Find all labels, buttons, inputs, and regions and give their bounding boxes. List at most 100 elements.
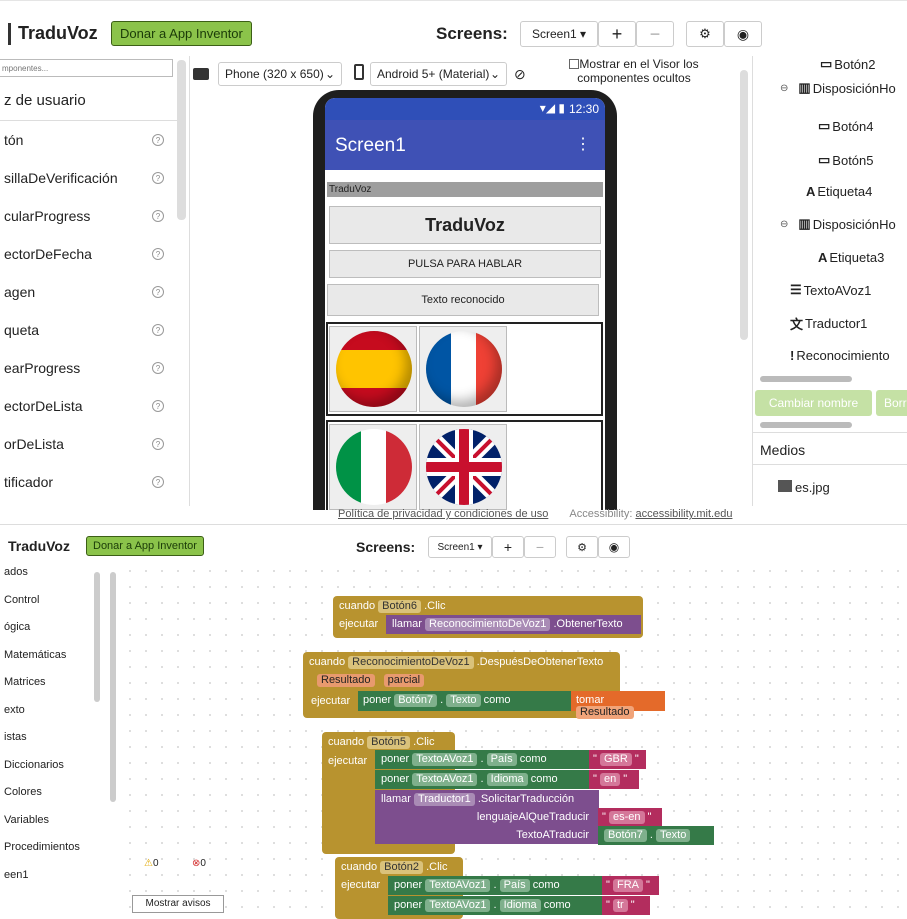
viewer-scrollbar[interactable] bbox=[740, 70, 748, 340]
help-icon[interactable]: ? bbox=[152, 134, 164, 146]
collapse-toggle-icon[interactable]: ⊖ bbox=[780, 219, 788, 230]
block-category[interactable]: Procedimientos bbox=[4, 841, 80, 853]
param-pill[interactable]: parcial bbox=[383, 674, 425, 687]
palette-category-title[interactable]: z de usuario bbox=[4, 92, 86, 109]
recognized-text-label[interactable]: Texto reconocido bbox=[327, 284, 599, 316]
set-tts-country-block-2[interactable]: poner TextoAVoz1 . País como bbox=[388, 876, 602, 895]
block-category[interactable]: een1 bbox=[4, 869, 28, 881]
help-icon[interactable]: ? bbox=[152, 248, 164, 260]
tree-item[interactable]: ⊖ ▥ DisposiciónHo bbox=[780, 216, 896, 232]
text-block-en[interactable]: " en " bbox=[589, 770, 639, 789]
set-tts-language-block-2[interactable]: poner TextoAVoz1 . Idioma como bbox=[388, 896, 602, 915]
speak-button[interactable]: PULSA PARA HABLAR bbox=[329, 250, 601, 278]
text-value[interactable]: tr bbox=[612, 899, 628, 912]
app-label-bar[interactable]: TraduVoz bbox=[327, 182, 603, 197]
show-hidden-components-checkbox[interactable]: Mostrar en el Visor los componentes ocul… bbox=[536, 57, 732, 85]
show-warnings-button[interactable]: Mostrar avisos bbox=[132, 895, 224, 913]
palette-item[interactable]: sillaDeVerificación? bbox=[0, 159, 178, 197]
warning-indicator[interactable]: ⚠0 bbox=[144, 858, 159, 869]
component-pill[interactable]: ReconocimientoDeVoz1 bbox=[425, 618, 551, 631]
help-icon[interactable]: ? bbox=[152, 210, 164, 222]
blocks-donate-button[interactable]: Donar a App Inventor bbox=[86, 536, 204, 556]
component-pill[interactable]: Botón7 bbox=[394, 694, 438, 707]
italy-flag-button[interactable] bbox=[329, 424, 417, 510]
block-category[interactable]: ógica bbox=[4, 621, 30, 633]
help-icon[interactable]: ? bbox=[152, 172, 164, 184]
event-block-after-text[interactable]: cuando ReconocimientoDeVoz1 .DespuésDeOb… bbox=[303, 652, 665, 719]
categories-scrollbar-2[interactable] bbox=[110, 572, 116, 802]
get-button7-text-block[interactable]: Botón7 . Texto bbox=[598, 826, 714, 845]
block-category[interactable]: Control bbox=[4, 594, 39, 606]
tree-item[interactable]: ! Reconocimiento bbox=[790, 348, 890, 363]
component-pill[interactable]: Botón7 bbox=[604, 829, 647, 842]
component-pill[interactable]: TextoAVoz1 bbox=[412, 773, 478, 786]
text-value[interactable]: es-en bbox=[608, 811, 645, 824]
blocks-remove-screen-button[interactable]: − bbox=[524, 536, 556, 558]
categories-scrollbar[interactable] bbox=[94, 572, 100, 702]
android-theme-select[interactable]: Android 5+ (Material) ⌄ bbox=[370, 62, 507, 86]
block-category[interactable]: Matemáticas bbox=[4, 649, 66, 661]
help-icon[interactable]: ? bbox=[152, 438, 164, 450]
component-pill[interactable]: ReconocimientoDeVoz1 bbox=[348, 656, 474, 669]
block-category[interactable]: istas bbox=[4, 731, 27, 743]
text-block-gbr[interactable]: " GBR " bbox=[589, 750, 646, 769]
property-pill[interactable]: Texto bbox=[656, 829, 691, 842]
block-category[interactable]: Matrices bbox=[4, 676, 46, 688]
text-block-es-en[interactable]: " es-en " bbox=[598, 808, 662, 827]
phone-size-select[interactable]: Phone (320 x 650) ⌄ bbox=[218, 62, 342, 86]
text-value[interactable]: FRA bbox=[612, 879, 643, 892]
palette-item[interactable]: cularProgress? bbox=[0, 197, 178, 235]
blocks-add-screen-button[interactable]: + bbox=[492, 536, 524, 558]
get-result-block[interactable]: tomar Resultado bbox=[571, 691, 665, 719]
error-indicator[interactable]: ⊗0 bbox=[192, 858, 206, 869]
text-block-tr[interactable]: " tr " bbox=[602, 896, 650, 915]
help-icon[interactable]: ? bbox=[152, 400, 164, 412]
palette-item[interactable]: ectorDeFecha? bbox=[0, 235, 178, 273]
screen-select[interactable]: Screen1 ▾ bbox=[520, 21, 598, 47]
blocks-globe-icon[interactable]: ◉ bbox=[598, 536, 630, 558]
property-pill[interactable]: Idioma bbox=[486, 773, 528, 786]
palette-item[interactable]: earProgress? bbox=[0, 349, 178, 387]
palette-item[interactable]: ectorDeLista? bbox=[0, 387, 178, 425]
call-obtener-texto-block[interactable]: llamar ReconocimientoDeVoz1 .ObtenerText… bbox=[386, 615, 641, 634]
app-heading-label[interactable]: TraduVoz bbox=[329, 206, 601, 244]
property-pill[interactable]: Idioma bbox=[499, 899, 541, 912]
component-pill[interactable]: TextoAVoz1 bbox=[425, 899, 491, 912]
media-item[interactable]: es.jpg bbox=[778, 480, 830, 495]
text-value[interactable]: GBR bbox=[599, 753, 632, 766]
remove-screen-button[interactable]: − bbox=[636, 21, 674, 47]
tree-item[interactable]: ☰ TextoAVoz1 bbox=[790, 282, 871, 298]
palette-item[interactable]: queta? bbox=[0, 311, 178, 349]
call-translation-block[interactable]: llamar Traductor1 .SolicitarTraducción l… bbox=[375, 790, 599, 844]
tree-item[interactable]: A Etiqueta3 bbox=[818, 250, 884, 265]
uk-flag-button[interactable] bbox=[419, 424, 507, 510]
property-pill[interactable]: País bbox=[486, 753, 517, 766]
event-block-button6-click[interactable]: cuando Botón6 .Clic ejecutar llamar Reco… bbox=[333, 596, 643, 638]
block-category[interactable]: exto bbox=[4, 704, 25, 716]
donate-button[interactable]: Donar a App Inventor bbox=[111, 21, 252, 46]
tree-item[interactable]: 文 Traductor1 bbox=[790, 314, 867, 333]
palette-item[interactable]: agen? bbox=[0, 273, 178, 311]
spain-flag-button[interactable] bbox=[329, 326, 417, 412]
help-icon[interactable]: ? bbox=[152, 286, 164, 298]
param-pill[interactable]: Resultado bbox=[317, 674, 375, 687]
component-pill[interactable]: Botón5 bbox=[367, 736, 411, 749]
delete-button[interactable]: Borr bbox=[876, 390, 907, 416]
palette-item[interactable]: orDeLista? bbox=[0, 425, 178, 463]
help-icon[interactable]: ? bbox=[152, 362, 164, 374]
tree-item[interactable]: ▭ Botón2 bbox=[820, 56, 876, 72]
set-button7-text-block[interactable]: poner Botón7 . Texto como bbox=[358, 691, 573, 711]
palette-scrollbar[interactable] bbox=[177, 60, 186, 220]
help-icon[interactable]: ? bbox=[152, 324, 164, 336]
set-tts-language-block[interactable]: poner TextoAVoz1 . Idioma como bbox=[375, 770, 589, 789]
block-category[interactable]: ados bbox=[4, 566, 28, 578]
tree-item[interactable]: ▭ Botón4 bbox=[818, 118, 874, 134]
component-pill[interactable]: Botón6 bbox=[378, 600, 422, 613]
component-pill[interactable]: TextoAVoz1 bbox=[425, 879, 491, 892]
tree-item[interactable]: A Etiqueta4 bbox=[806, 184, 872, 199]
blocks-screen-select[interactable]: Screen1 ▾ bbox=[428, 536, 492, 558]
project-properties-icon[interactable]: ⚙ bbox=[686, 21, 724, 47]
palette-item[interactable]: tificador? bbox=[0, 463, 178, 501]
collapse-toggle-icon[interactable]: ⊖ bbox=[780, 83, 788, 94]
component-pill[interactable]: Botón2 bbox=[380, 861, 424, 874]
